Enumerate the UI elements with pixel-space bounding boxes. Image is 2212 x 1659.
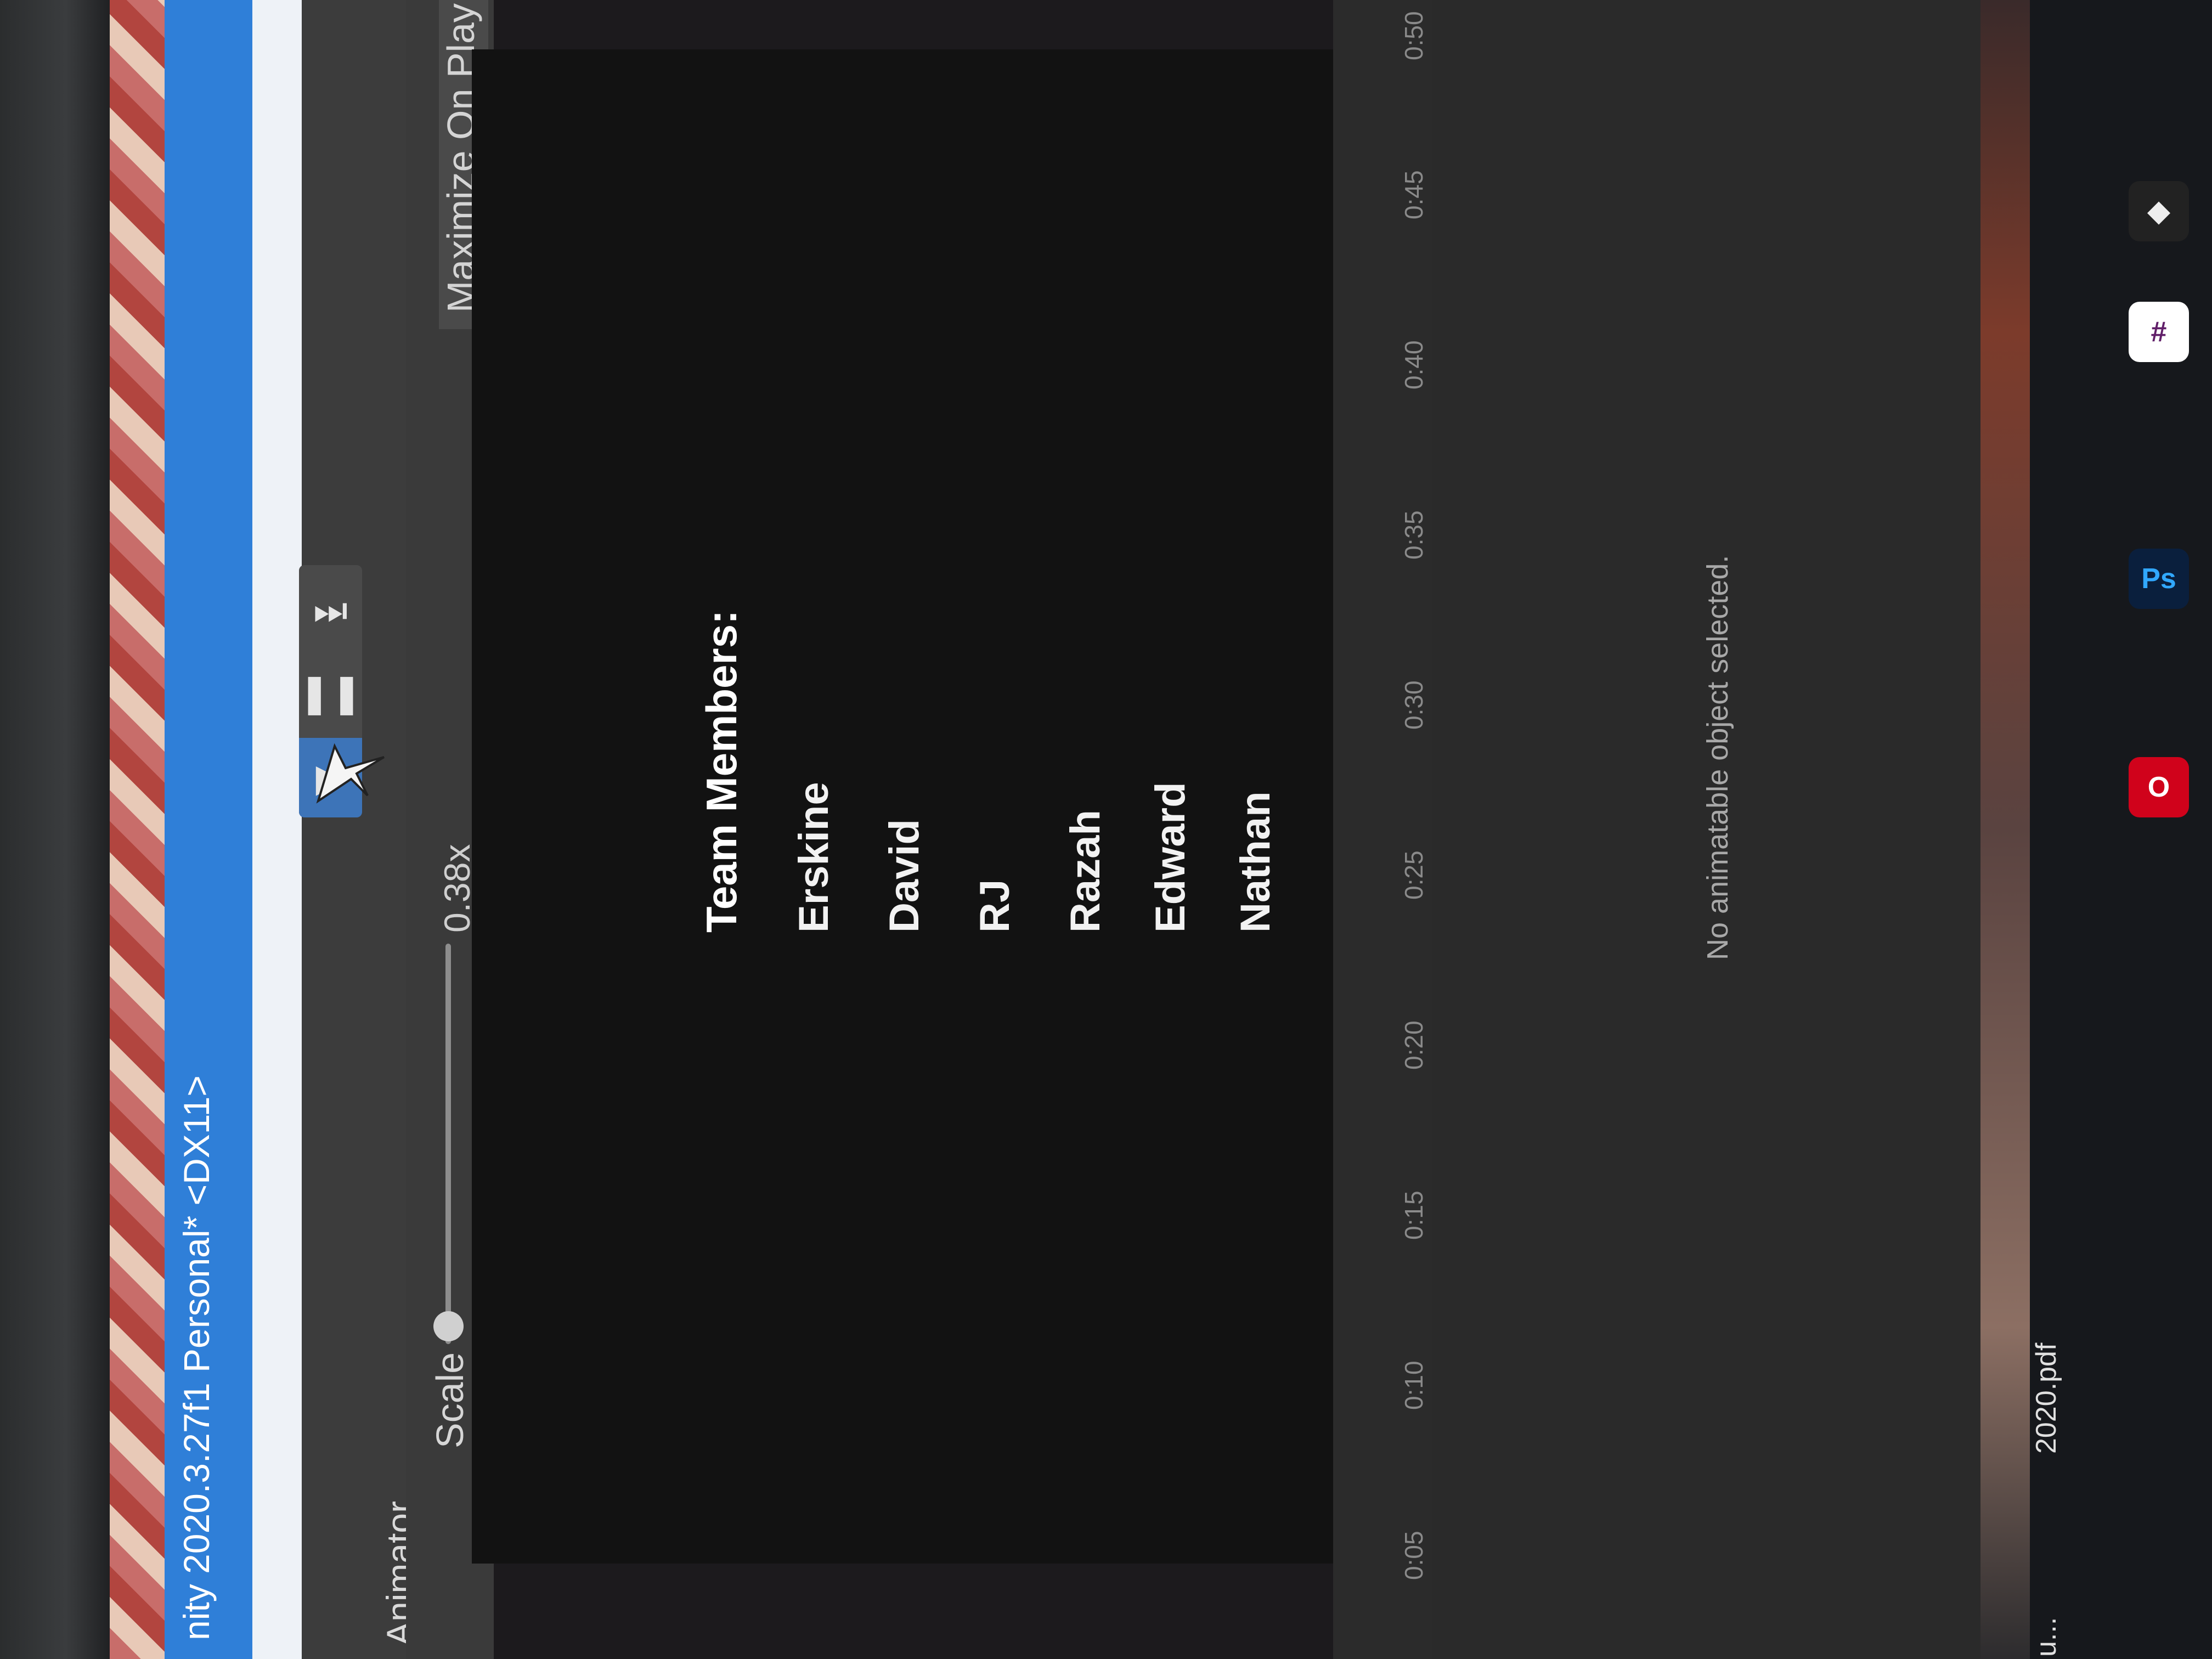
timeline-tick: 0:40 (1400, 340, 1428, 390)
desk-background (1980, 0, 2030, 1659)
step-button[interactable]: ⏭ (299, 571, 362, 650)
team-member: Erskine (791, 782, 837, 933)
team-member: Nathan (1232, 791, 1279, 933)
team-heading: Team Members: (697, 610, 746, 933)
mouse-cursor-icon (316, 743, 385, 804)
step-icon: ⏭ (313, 588, 348, 631)
timeline-tick: 0:20 (1400, 1020, 1428, 1070)
timeline-tick: 0:10 (1400, 1361, 1428, 1410)
pause-button[interactable]: ❚❚ (298, 653, 363, 732)
timeline-tick: 0:45 (1400, 170, 1428, 219)
timeline-tick: 0:05 (1400, 1531, 1428, 1580)
no-animatable-message: No animatable object selected. (1701, 555, 1734, 960)
photoshop-icon[interactable]: Ps (2129, 549, 2189, 609)
team-member: Edward (1147, 782, 1194, 933)
animation-timeline[interactable] (1333, 0, 1432, 1659)
timeline-tick: 0:35 (1400, 510, 1428, 560)
timeline-tick: 0:25 (1400, 850, 1428, 900)
desktop-wallpaper (110, 0, 165, 1659)
taskbar-file-label[interactable]: u... (2030, 1617, 2063, 1657)
pause-icon: ❚❚ (298, 671, 363, 714)
team-member: David (881, 819, 928, 933)
game-view (472, 49, 1333, 1564)
timeline-tick: 0:15 (1400, 1190, 1428, 1240)
unity-icon[interactable]: ◆ (2129, 181, 2189, 241)
screen: nity 2020.3.27f1 Personal* <DX11> ⏭ ❚❚ ▶… (0, 0, 2212, 1659)
team-member: RJ (972, 879, 1018, 933)
monitor-bezel (0, 0, 110, 1659)
team-member: Razah (1062, 810, 1109, 933)
scale-slider-track[interactable] (445, 944, 451, 1344)
menu-bar (252, 0, 302, 1659)
window-title: nity 2020.3.27f1 Personal* <DX11> (176, 1075, 217, 1640)
timeline-tick: 0:50 (1400, 11, 1428, 60)
opera-icon[interactable]: O (2129, 757, 2189, 817)
scale-label: Scale (428, 1352, 471, 1448)
timeline-tick: 0:30 (1400, 680, 1428, 730)
taskbar-file-label[interactable]: 2020.pdf (2030, 1343, 2063, 1454)
scale-slider-handle[interactable] (433, 1311, 464, 1341)
slack-icon[interactable]: # (2129, 302, 2189, 362)
